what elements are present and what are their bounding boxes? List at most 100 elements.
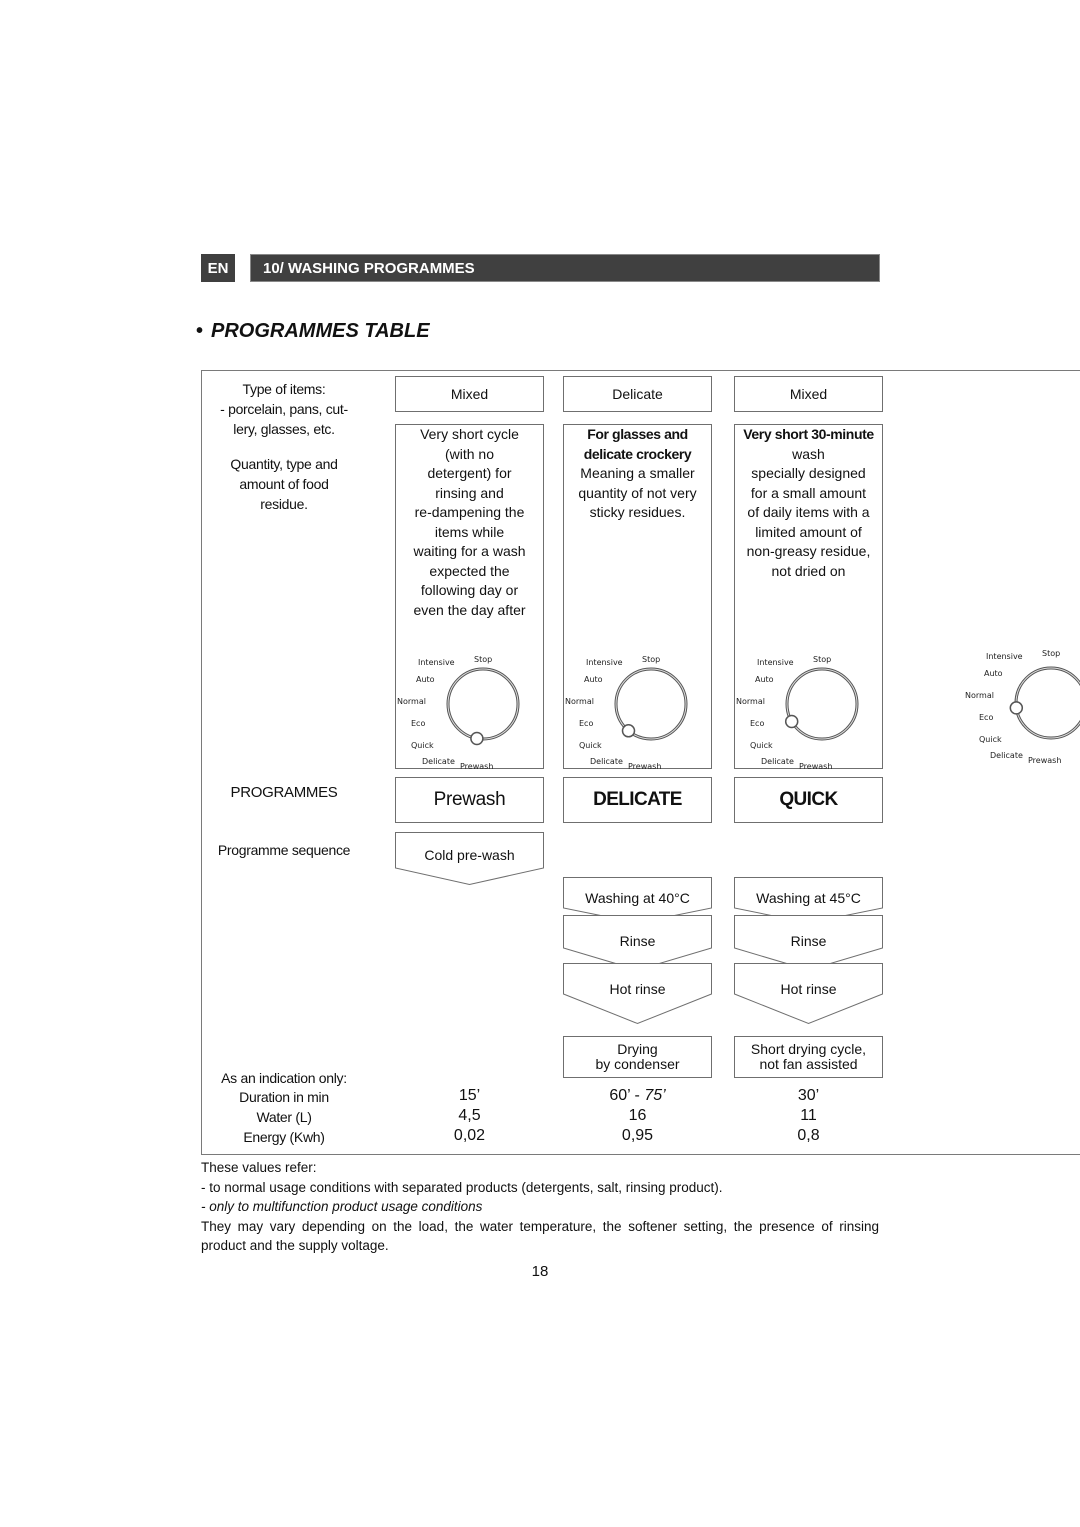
sequence-step-hot-rinse: Hot rinse [734, 963, 883, 1025]
programme-name-delicate: DELICATE [563, 777, 712, 823]
notes-line-1: - to normal usage conditions with separa… [201, 1179, 723, 1195]
desc-line: following day or [420, 582, 519, 598]
desc-line: specially designed [751, 465, 866, 481]
description-box: Very short cycle (with no detergent) for… [395, 424, 545, 771]
energy-value: 0,8 [797, 1127, 820, 1144]
sequence-step-hot-rinse: Hot rinse [563, 963, 712, 1025]
desc-line: quantity of not very [578, 484, 697, 501]
item-type-box: Delicate [563, 376, 712, 412]
programme-name-quick: QUICK [734, 777, 883, 823]
desc-line: detergent) for [427, 465, 512, 481]
duration-value: 15’ [458, 1087, 481, 1104]
water-value: 11 [800, 1107, 817, 1124]
desc-line: items while [434, 523, 505, 540]
sequence-step-rinse: Rinse [563, 915, 712, 971]
step-label: Hot rinse [609, 981, 666, 997]
energy-label: Energy (Kwh) [243, 1129, 325, 1145]
label-line: Quantity, type and [230, 456, 338, 472]
water-value: 16 [628, 1107, 647, 1124]
notes-line-2: - only to multifunction product usage co… [201, 1199, 483, 1214]
step-label: Rinse [790, 933, 827, 949]
water-value: 4,5 [458, 1107, 481, 1124]
duration-value: 30’ [797, 1087, 820, 1104]
label-line: Type of items: [242, 381, 326, 397]
program-dial: Intensive Stop Auto Normal Eco Quick Delicate P… [564, 640, 713, 771]
dial-ring-icon [614, 667, 688, 741]
partial-column-dial-wrap: Intensive Stop Auto Normal Eco Quick Delicate P… [964, 639, 1080, 769]
program-dial: Intensive Stop Auto Normal Eco Quick Delicate P… [396, 640, 545, 771]
desc-line: not dried on [771, 562, 846, 579]
energy-value: 0,95 [621, 1127, 654, 1144]
description-box: Very short 30-minute wash specially desi… [734, 424, 884, 771]
desc-line: limited amount of [755, 523, 862, 540]
step-label: by condenser [595, 1056, 680, 1072]
label-line: - porcelain, pans, cut- [220, 401, 348, 417]
dial-ring-icon [1009, 666, 1080, 740]
label-line: residue. [260, 496, 308, 512]
label-line: lery, glasses, etc. [233, 421, 335, 437]
step-label: Cold pre-wash [424, 847, 515, 863]
desc-line: re-dampening the [414, 504, 525, 520]
section-header: 10/ WASHING PROGRAMMES [250, 254, 880, 282]
desc-line: for a small amount [750, 484, 867, 501]
page-number: 18 [531, 1263, 549, 1280]
description-box: For glasses and delicate crockery Meanin… [563, 424, 713, 771]
energy-value: 0,02 [453, 1127, 486, 1144]
desc-line-bold: Very short 30-minute [743, 426, 874, 442]
sequence-step-cold-prewash: Cold pre-wash [395, 832, 544, 886]
item-type-box: Mixed [395, 376, 544, 412]
desc-line: rinsing and [435, 484, 504, 501]
language-badge: EN [201, 254, 235, 282]
notes: These values refer: - to normal usage co… [201, 1158, 879, 1256]
step-label: not fan assisted [759, 1056, 858, 1072]
desc-line-bold: For glasses and [587, 426, 688, 442]
desc-line: of daily items with a [747, 504, 870, 520]
item-type-box: Mixed [734, 376, 883, 412]
desc-line: even the day after [413, 601, 526, 618]
title-bullet: • [196, 320, 204, 342]
step-label: Washing at 45°C [756, 890, 861, 906]
programme-name-prewash: Prewash [395, 777, 544, 823]
program-dial: Intensive Stop Auto Normal Eco Quick Delicate P… [735, 640, 884, 771]
page-title: • PROGRAMMES TABLE [196, 320, 430, 343]
notes-line-3: They may vary depending on the load, the… [201, 1218, 879, 1254]
dial-knob-indicator [1009, 701, 1024, 715]
type-of-items-label: Type of items: - porcelain, pans, cut- l… [201, 379, 367, 439]
step-label: Rinse [619, 933, 656, 949]
sequence-step-wash: Washing at 40°C [563, 877, 712, 924]
dial-knob-indicator [621, 724, 636, 738]
step-label: Drying [617, 1041, 658, 1057]
step-label: Short drying cycle, [750, 1041, 867, 1057]
step-label: Washing at 40°C [585, 890, 690, 906]
water-label: Water (L) [256, 1109, 312, 1125]
duration-main: 60’ - [609, 1087, 645, 1104]
notes-intro: These values refer: [201, 1160, 317, 1175]
sequence-step-wash: Washing at 45°C [734, 877, 883, 924]
label-line: amount of food [239, 476, 329, 492]
desc-line: wash [792, 445, 825, 462]
programme-sequence-label: Programme sequence [217, 842, 351, 858]
title-text: PROGRAMMES TABLE [211, 320, 430, 342]
dial-ring-icon [784, 667, 859, 741]
desc-line: Very short cycle [420, 426, 519, 442]
desc-line: waiting for a wash [413, 543, 526, 559]
sequence-step-short-drying: Short drying cycle, not fan assisted [734, 1036, 883, 1078]
duration-value: 60’ - 75’ [563, 1087, 712, 1105]
dial-knob-indicator [784, 714, 799, 729]
sequence-step-drying: Drying by condenser [563, 1036, 712, 1078]
desc-line: (with no [444, 445, 495, 462]
step-label: Hot rinse [780, 981, 837, 997]
dial-ring-icon [446, 667, 520, 746]
program-dial: Intensive Stop Auto Normal Eco Quick Delicate P… [964, 639, 1080, 769]
duration-label: Duration in min [239, 1089, 329, 1105]
sequence-step-rinse: Rinse [734, 915, 883, 971]
dial-knob-indicator [470, 731, 484, 746]
programmes-label: PROGRAMMES [230, 784, 338, 801]
quantity-label: Quantity, type and amount of food residu… [201, 454, 367, 514]
duration-multifunction: 75’ [644, 1087, 666, 1104]
desc-line: sticky residues. [589, 504, 686, 520]
desc-line: non-greasy residue, [746, 543, 871, 559]
desc-line: Meaning a smaller [580, 465, 695, 481]
indication-label: As an indication only: [221, 1070, 347, 1086]
desc-line-bold: delicate crockery [583, 445, 692, 462]
